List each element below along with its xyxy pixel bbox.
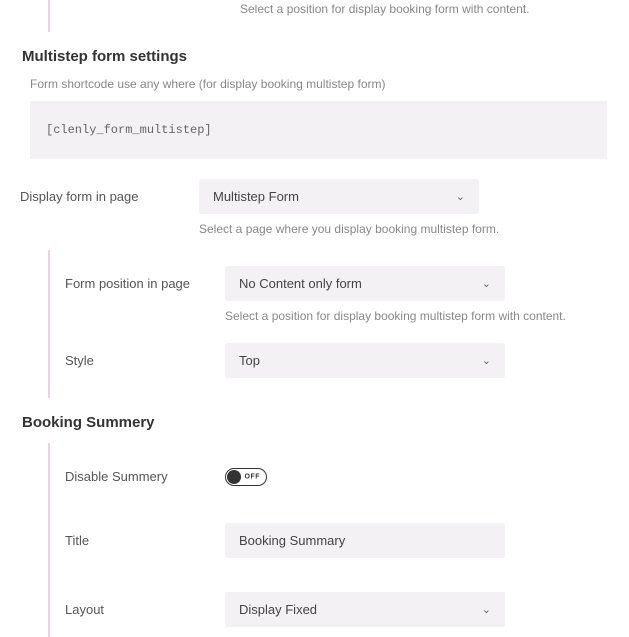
- disable-summary-toggle[interactable]: OFF: [225, 468, 267, 486]
- display-page-select[interactable]: Multistep Form ⌄: [199, 179, 479, 214]
- shortcode-note: Form shortcode use any where (for displa…: [30, 77, 629, 91]
- form-position-hint: Select a position for display booking mu…: [225, 309, 629, 323]
- chevron-down-icon: ⌄: [482, 354, 491, 367]
- chevron-down-icon: ⌄: [456, 190, 465, 203]
- style-label: Style: [65, 343, 225, 368]
- title-label: Title: [65, 523, 225, 548]
- chevron-down-icon: ⌄: [482, 277, 491, 290]
- display-page-label: Display form in page: [20, 179, 199, 204]
- form-position-select[interactable]: No Content only form ⌄: [225, 266, 505, 301]
- style-value: Top: [239, 353, 260, 368]
- toggle-knob: [227, 470, 241, 484]
- title-input[interactable]: [225, 523, 505, 558]
- shortcode-text: [clenly_form_multistep]: [46, 123, 212, 137]
- toggle-state: OFF: [245, 474, 261, 481]
- multistep-heading: Multistep form settings: [22, 48, 629, 65]
- shortcode-box: [clenly_form_multistep]: [30, 101, 607, 159]
- style-select[interactable]: Top ⌄: [225, 343, 505, 378]
- chevron-down-icon: ⌄: [482, 603, 491, 616]
- layout-select[interactable]: Display Fixed ⌄: [225, 592, 505, 627]
- booking-summary-heading: Booking Summery: [22, 414, 629, 431]
- layout-label: Layout: [65, 592, 225, 617]
- display-page-hint: Select a page where you display booking …: [199, 222, 629, 236]
- layout-value: Display Fixed: [239, 602, 317, 617]
- form-position-label: Form position in page: [65, 266, 225, 291]
- display-page-value: Multistep Form: [213, 189, 299, 204]
- prev-position-hint: Select a position for display booking fo…: [240, 0, 629, 26]
- disable-summary-label: Disable Summery: [65, 459, 225, 484]
- form-position-value: No Content only form: [239, 276, 362, 291]
